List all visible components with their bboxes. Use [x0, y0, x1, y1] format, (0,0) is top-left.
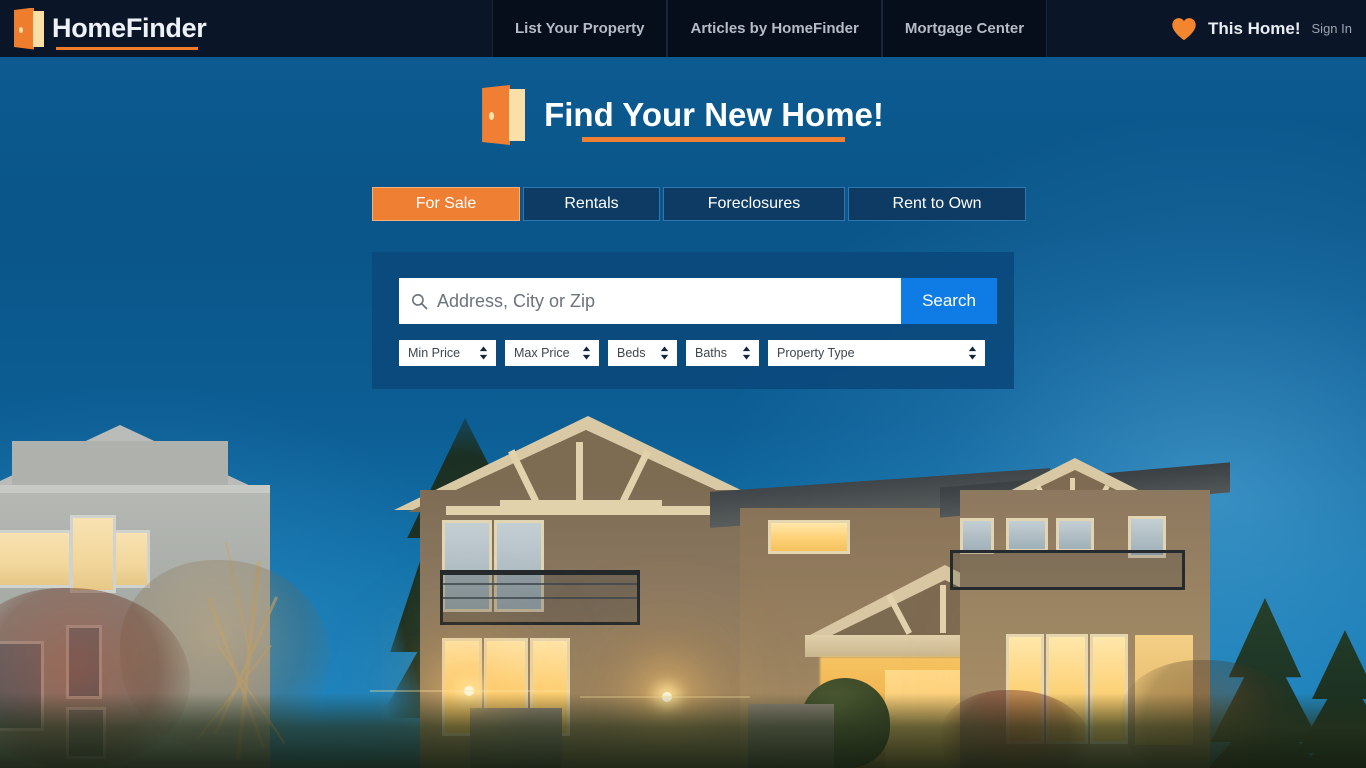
baths-select[interactable]: Baths	[686, 340, 759, 366]
property-type-label: Property Type	[777, 346, 855, 360]
page-title: Find Your New Home!	[544, 96, 884, 133]
nav-articles-by-homefinder[interactable]: Articles by HomeFinder	[667, 0, 882, 57]
chevron-updown-icon	[742, 346, 751, 360]
favorites-label[interactable]: This Home!	[1208, 19, 1301, 39]
top-navigation-bar: HomeFinder List Your Property Articles b…	[0, 0, 1366, 57]
sign-in-link[interactable]: Sign In	[1312, 21, 1352, 36]
beds-label: Beds	[617, 346, 646, 360]
tab-rentals[interactable]: Rentals	[523, 187, 660, 221]
min-price-select[interactable]: Min Price	[399, 340, 496, 366]
beds-select[interactable]: Beds	[608, 340, 677, 366]
account-area: This Home! Sign In	[1171, 0, 1352, 57]
hero-title-underline	[582, 137, 845, 142]
baths-label: Baths	[695, 346, 727, 360]
heart-icon[interactable]	[1171, 17, 1197, 41]
tab-foreclosures[interactable]: Foreclosures	[663, 187, 845, 221]
hero-section: Find Your New Home! For Sale Rentals For…	[0, 57, 1366, 768]
primary-nav: List Your Property Articles by HomeFinde…	[492, 0, 1048, 57]
nav-mortgage-center[interactable]: Mortgage Center	[881, 0, 1048, 57]
logo-underline	[56, 47, 198, 50]
search-type-tabs: For Sale Rentals Foreclosures Rent to Ow…	[372, 187, 1026, 221]
chevron-updown-icon	[582, 346, 591, 360]
tab-for-sale[interactable]: For Sale	[372, 187, 520, 221]
door-icon	[14, 7, 46, 50]
door-icon	[482, 85, 526, 145]
tab-rent-to-own[interactable]: Rent to Own	[848, 187, 1026, 221]
filter-row: Min Price Max Price Beds Baths Property …	[399, 340, 985, 366]
search-panel: Search Min Price Max Price	[372, 252, 1014, 389]
min-price-label: Min Price	[408, 346, 461, 360]
property-type-select[interactable]: Property Type	[768, 340, 985, 366]
chevron-updown-icon	[479, 346, 488, 360]
nav-list-your-property[interactable]: List Your Property	[492, 0, 668, 57]
logo[interactable]: HomeFinder	[14, 7, 207, 50]
search-input[interactable]	[437, 278, 901, 324]
hero-title-row: Find Your New Home!	[0, 85, 1366, 145]
chevron-updown-icon	[660, 346, 669, 360]
chevron-updown-icon	[968, 346, 977, 360]
search-input-wrapper[interactable]	[399, 278, 901, 324]
max-price-label: Max Price	[514, 346, 570, 360]
search-row: Search	[399, 278, 997, 324]
homefinder-landing-page: HomeFinder List Your Property Articles b…	[0, 0, 1366, 768]
logo-text: HomeFinder	[52, 13, 207, 43]
max-price-select[interactable]: Max Price	[505, 340, 599, 366]
search-button[interactable]: Search	[901, 278, 997, 324]
search-icon	[411, 293, 428, 309]
